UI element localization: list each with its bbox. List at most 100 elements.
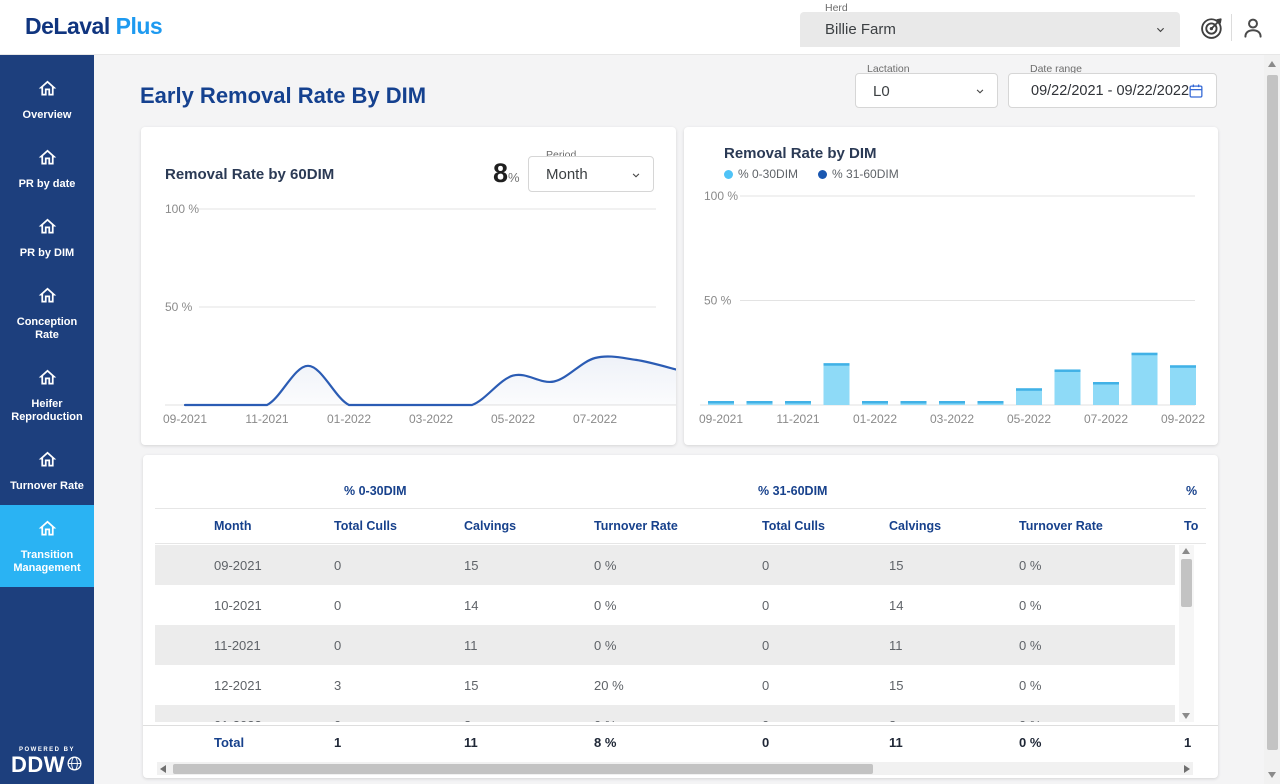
table-cell: 0 [334,558,341,573]
scroll-up-arrow[interactable] [1268,61,1276,67]
bar-0-30dim [1132,353,1158,405]
user-profile-icon[interactable] [1239,14,1267,42]
table-cell: 0 [762,678,769,693]
table-cell: 0 % [594,558,616,573]
sidebar-item-turnover-rate[interactable]: Turnover Rate [0,436,94,505]
sidebar-item-pr-by-date[interactable]: PR by date [0,134,94,203]
table-group-label: % [1186,484,1197,498]
table-cell: 0 [762,558,769,573]
scroll-down-arrow[interactable] [1182,713,1190,719]
sidebar-item-label: Overview [4,109,90,122]
table-cell: 15 [889,678,903,693]
logo-plus: Plus [116,13,163,39]
table-row: 10-20210140 %0140 % [143,585,1218,625]
topbar: DeLaval Plus Herd Billie Farm [0,0,1280,55]
table-cell: 09-2021 [214,558,262,573]
home-icon [37,518,58,539]
sidebar-item-pr-by-dim[interactable]: PR by DIM [0,203,94,272]
table-horizontal-scrollbar[interactable] [157,762,1193,775]
table-cell: 15 [464,558,478,573]
table-column-header: Turnover Rate [594,519,678,533]
table-total-cell: 8 % [594,735,616,750]
table-total-cell: Total [214,735,244,750]
ddw-brand-text: DDW [11,754,65,776]
sidebar-item-label: PR by date [4,178,90,191]
table-group-label: % 31-60DIM [758,484,827,498]
date-range-value: 09/22/2021 - 09/22/2022 [1031,83,1189,99]
svg-text:07-2022: 07-2022 [1084,412,1128,426]
bar-0-30dim [824,363,850,405]
page-vscroll-thumb[interactable] [1267,75,1278,750]
home-icon [37,78,58,99]
table-cell: 8 [464,718,471,722]
table-cell: 0 [762,638,769,653]
lactation-select[interactable]: L0 [855,73,998,108]
sidebar-item-label: Heifer Reproduction [4,398,90,424]
table-column-header: Calvings [889,519,941,533]
table-cell: 0 [334,638,341,653]
table-cell: 0 % [1019,558,1041,573]
svg-text:11-2021: 11-2021 [776,412,819,426]
table-vertical-scrollbar[interactable] [1179,545,1194,722]
page-vertical-scrollbar[interactable] [1264,55,1280,784]
chevron-down-icon [973,84,987,103]
table-divider [155,508,1206,509]
herd-select[interactable]: Billie Farm [800,12,1180,47]
removal-table-card: % 0-30DIM% 31-60DIM% MonthTotal CullsCal… [143,455,1218,778]
table-cell: 0 % [594,718,616,722]
sidebar-item-conception-rate[interactable]: Conception Rate [0,272,94,354]
table-cell: 0 [334,598,341,613]
table-total-cell: 1 [1184,735,1191,750]
table-row: 12-202131520 %0150 % [143,665,1218,705]
table-column-header: Total Culls [334,519,397,533]
ddw-logo: POWERED BY DDW [0,747,94,776]
sidebar-item-label: PR by DIM [4,247,90,260]
table-cell: 0 % [1019,718,1041,722]
svg-text:09-2021: 09-2021 [163,412,207,426]
table-cell: 0 [762,598,769,613]
table-cell: 20 % [594,678,624,693]
home-icon [37,449,58,470]
table-cell: 15 [464,678,478,693]
svg-text:05-2022: 05-2022 [1007,412,1051,426]
herd-select-value: Billie Farm [825,21,896,38]
bar-0-30dim [1170,365,1196,405]
svg-text:50 %: 50 % [704,294,732,308]
scroll-up-arrow[interactable] [1182,548,1190,554]
sidebar-item-label: Turnover Rate [4,480,90,493]
svg-text:100 %: 100 % [165,202,199,216]
sidebar-item-heifer-reproduction[interactable]: Heifer Reproduction [0,354,94,436]
sidebar: Overview PR by date PR by DIM Conception Ra… [0,55,94,784]
table-cell: 11-2021 [214,638,261,653]
removal-rate-60dim-card: Removal Rate by 60DIM 8% Period Month 10… [141,127,676,445]
app-window: DeLaval Plus Herd Billie Farm [0,0,1280,784]
scroll-right-arrow[interactable] [1184,765,1190,773]
scroll-down-arrow[interactable] [1268,772,1276,778]
svg-text:09-2022: 09-2022 [1161,412,1205,426]
table-cell: 0 % [1019,638,1041,653]
home-icon [37,147,58,168]
delaval-plus-logo: DeLaval Plus [25,13,162,40]
sidebar-item-transition-management[interactable]: Transition Management [0,505,94,587]
table-column-header: To [1184,519,1198,533]
bar-0-30dim [1093,382,1119,405]
goal-target-icon[interactable] [1198,14,1226,42]
table-cell: 11 [464,638,478,653]
calendar-icon[interactable] [1187,82,1205,105]
table-cell: 3 [334,678,341,693]
table-divider [155,543,1206,544]
svg-text:03-2022: 03-2022 [409,412,453,426]
table-row: 01-2022080 %080 % [143,705,1218,722]
table-hscroll-thumb[interactable] [173,764,873,774]
table-vscroll-thumb[interactable] [1181,559,1192,607]
table-cell: 14 [889,598,903,613]
table-total-cell: 11 [464,735,478,750]
logo-delaval: DeLaval [25,13,110,39]
topbar-divider [1231,14,1232,41]
table-column-header: Total Culls [762,519,825,533]
date-range-picker[interactable]: 09/22/2021 - 09/22/2022 [1008,73,1217,108]
sidebar-item-overview[interactable]: Overview [0,65,94,134]
table-row: 09-20210150 %0150 % [143,545,1218,585]
table-cell: 10-2021 [214,598,262,613]
scroll-left-arrow[interactable] [160,765,166,773]
